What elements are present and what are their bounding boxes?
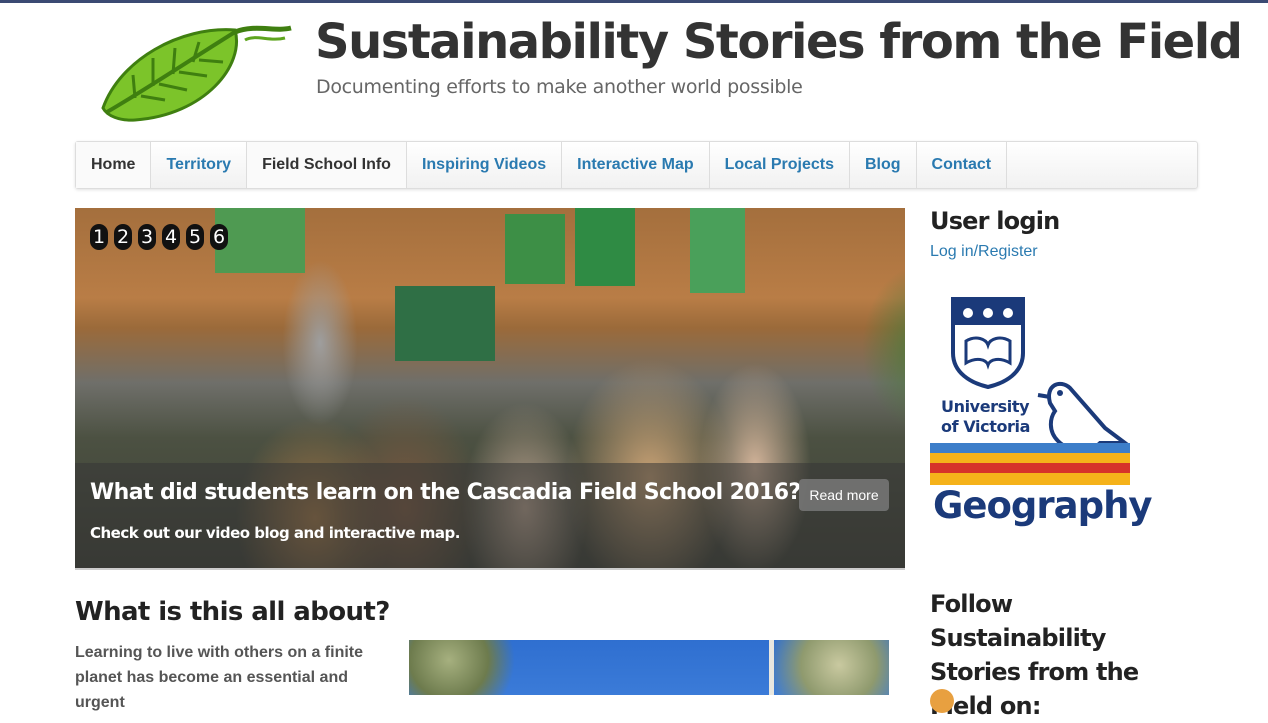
nav-item-home[interactable]: Home xyxy=(76,142,152,188)
slider-page-5[interactable]: 5 xyxy=(186,224,204,250)
about-text: Learning to live with others on a finite… xyxy=(75,644,364,711)
slider-page-4[interactable]: 4 xyxy=(162,224,180,250)
slide-photo-panel xyxy=(215,208,305,273)
slider-pager: 1 2 3 4 5 6 xyxy=(90,224,228,250)
main-nav: Home Territory Field School Info Inspiri… xyxy=(75,141,1198,189)
uvic-wordmark-line2: of Victoria xyxy=(941,417,1031,436)
rss-icon[interactable] xyxy=(930,689,954,713)
site-title[interactable]: Sustainability Stories from the Field xyxy=(315,14,1243,70)
about-photo xyxy=(409,640,889,695)
slider-page-6[interactable]: 6 xyxy=(210,224,228,250)
slide-caption-title[interactable]: What did students learn on the Cascadia … xyxy=(90,480,801,505)
slide-caption-subtitle: Check out our video blog and interactive… xyxy=(90,524,460,542)
slide-photo-panel xyxy=(505,214,565,284)
featured-slider[interactable]: 1 2 3 4 5 6 What did students learn on t… xyxy=(75,208,905,570)
about-heading: What is this all about? xyxy=(75,597,390,627)
user-login-title: User login xyxy=(930,207,1060,235)
geography-label: Geography xyxy=(933,484,1153,527)
slider-page-2[interactable]: 2 xyxy=(114,224,132,250)
top-accent-bar xyxy=(0,0,1268,3)
read-more-button[interactable]: Read more xyxy=(799,479,889,511)
nav-item-territory[interactable]: Territory xyxy=(151,142,248,188)
photo-trunk xyxy=(769,640,774,695)
slide-photo-panel xyxy=(575,208,635,286)
slider-page-1[interactable]: 1 xyxy=(90,224,108,250)
nav-item-inspiring-videos[interactable]: Inspiring Videos xyxy=(407,142,563,188)
follow-heading: Follow Sustainability Stories from the F… xyxy=(930,590,1139,720)
leaf-logo-icon[interactable] xyxy=(95,20,295,130)
login-register-link[interactable]: Log in/Register xyxy=(930,243,1038,261)
nav-item-contact[interactable]: Contact xyxy=(917,142,1008,188)
nav-item-field-school-info[interactable]: Field School Info xyxy=(247,142,407,188)
uvic-wordmark: University of Victoria xyxy=(941,397,1030,437)
slider-page-3[interactable]: 3 xyxy=(138,224,156,250)
photo-foliage xyxy=(409,640,529,695)
slide-caption: What did students learn on the Cascadia … xyxy=(75,463,905,568)
uvic-wordmark-line1: University xyxy=(941,397,1030,416)
slide-photo-panel xyxy=(395,286,495,361)
slide-photo-panel xyxy=(690,208,745,293)
site-slogan: Documenting efforts to make another worl… xyxy=(316,76,803,98)
nav-item-blog[interactable]: Blog xyxy=(850,142,917,188)
nav-item-local-projects[interactable]: Local Projects xyxy=(710,142,850,188)
nav-item-interactive-map[interactable]: Interactive Map xyxy=(562,142,710,188)
